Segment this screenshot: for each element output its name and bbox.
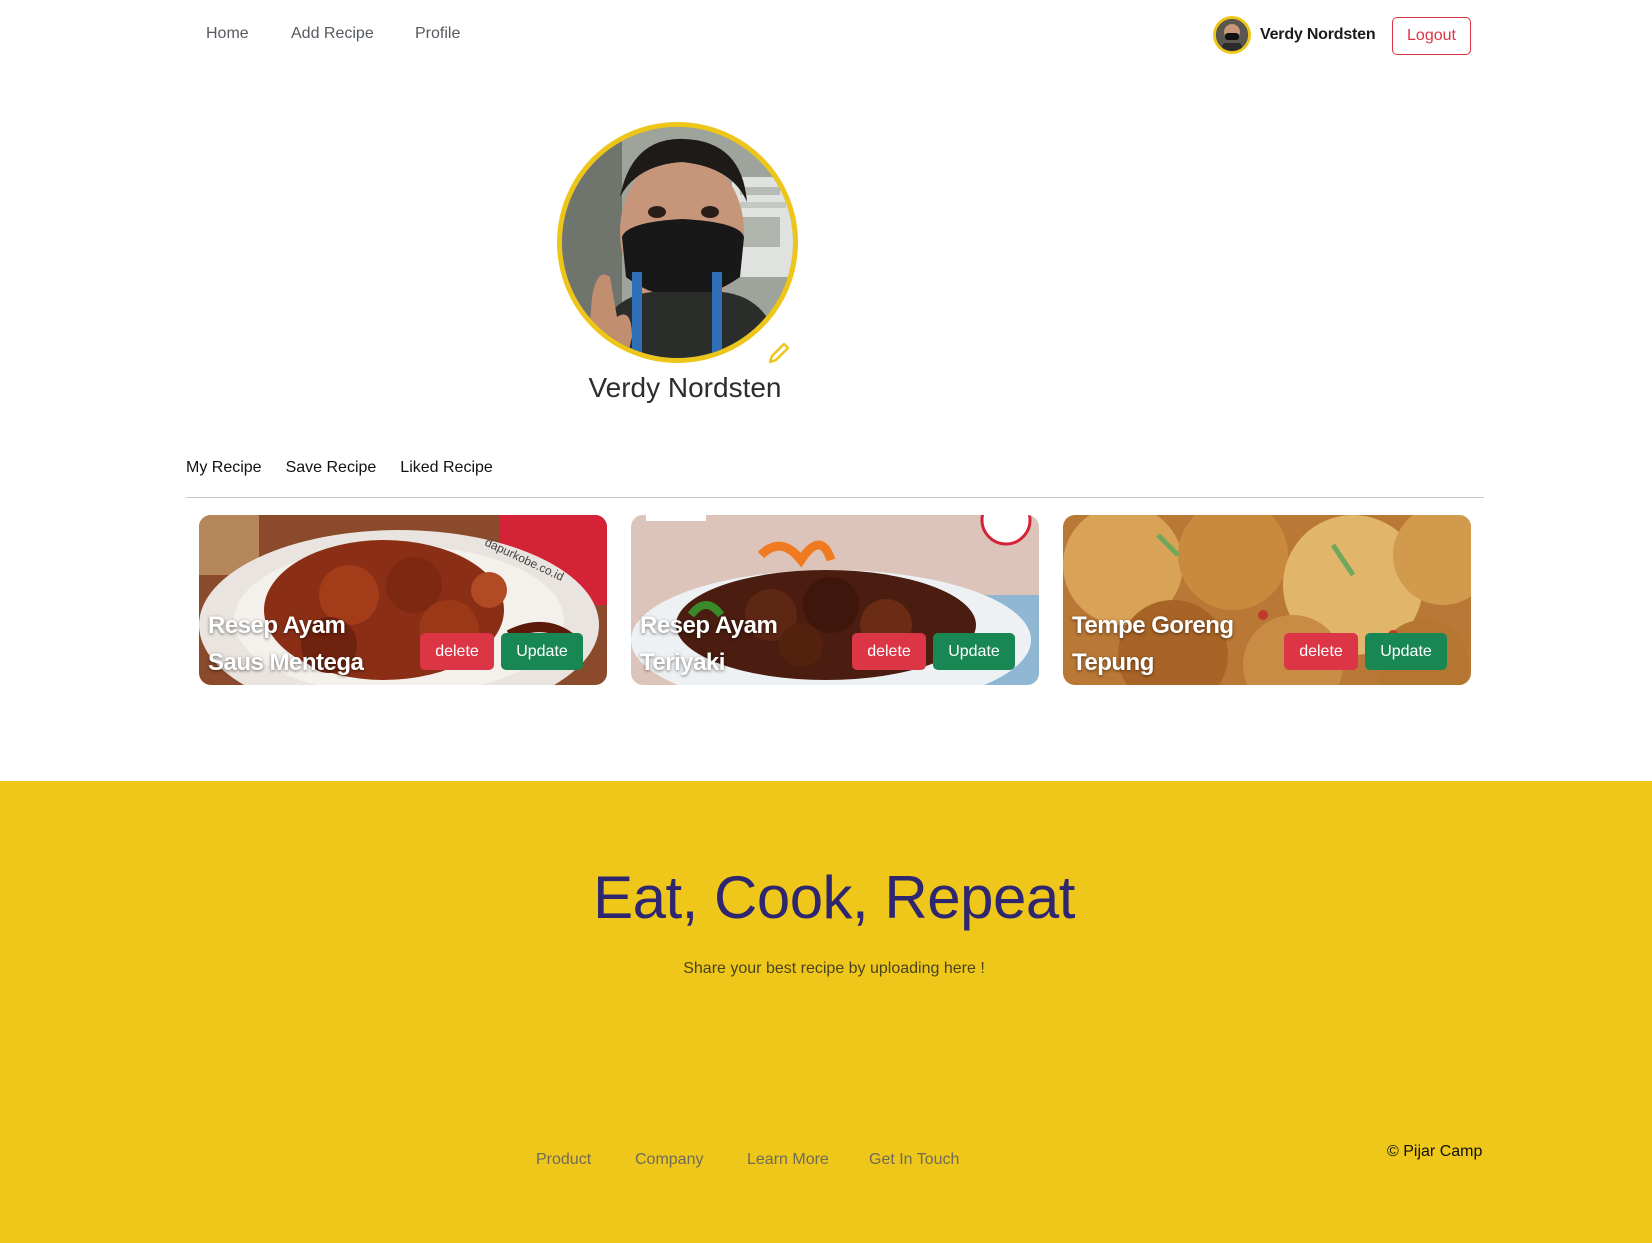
logout-button[interactable]: Logout (1392, 17, 1471, 55)
footer-subtitle: Share your best recipe by uploading here… (683, 960, 985, 977)
profile-name: Verdy Nordsten (588, 372, 782, 403)
tab-liked-recipe[interactable]: Liked Recipe (400, 459, 493, 477)
footer-link-learn-more[interactable]: Learn More (747, 1151, 829, 1169)
update-button[interactable]: Update (1365, 633, 1447, 670)
recipe-title: Tempe Goreng Tepung (1072, 612, 1234, 676)
delete-button[interactable]: delete (420, 633, 494, 670)
recipe-card[interactable]: dapurkobe.co.id Resep Ayam Saus Mentega … (199, 515, 607, 685)
profile-tabs: My Recipe Save Recipe Liked Recipe (186, 459, 517, 477)
avatar[interactable] (1213, 16, 1251, 54)
recipe-card[interactable]: Tempe Goreng Tepung delete Update (1063, 515, 1471, 685)
nav-user[interactable]: Verdy Nordsten (1213, 16, 1376, 54)
nav-home-link[interactable]: Home (206, 25, 249, 43)
profile-photo (557, 122, 798, 363)
nav-add-recipe-link[interactable]: Add Recipe (291, 25, 374, 43)
nav-profile-link[interactable]: Profile (415, 25, 460, 43)
update-button[interactable]: Update (501, 633, 583, 670)
tab-my-recipe[interactable]: My Recipe (186, 459, 262, 477)
recipe-card[interactable]: Resep Ayam Teriyaki delete Update (631, 515, 1039, 685)
delete-button[interactable]: delete (852, 633, 926, 670)
recipe-title: Resep Ayam Teriyaki (640, 612, 778, 676)
footer-title: Eat, Cook, Repeat (593, 864, 1075, 931)
footer (0, 781, 1652, 1243)
navbar: Home Add Recipe Profile Verdy Nordsten L… (0, 0, 1652, 72)
footer-link-get-in-touch[interactable]: Get In Touch (869, 1151, 959, 1169)
footer-link-company[interactable]: Company (635, 1151, 703, 1169)
nav-username: Verdy Nordsten (1260, 26, 1376, 43)
update-button[interactable]: Update (933, 633, 1015, 670)
copyright: © Pijar Camp (1387, 1143, 1483, 1160)
tab-save-recipe[interactable]: Save Recipe (286, 459, 377, 477)
recipe-title: Resep Ayam Saus Mentega (208, 612, 364, 676)
delete-button[interactable]: delete (1284, 633, 1358, 670)
footer-link-product[interactable]: Product (536, 1151, 591, 1169)
tabs-divider (186, 497, 1484, 498)
pencil-icon[interactable] (766, 340, 792, 366)
